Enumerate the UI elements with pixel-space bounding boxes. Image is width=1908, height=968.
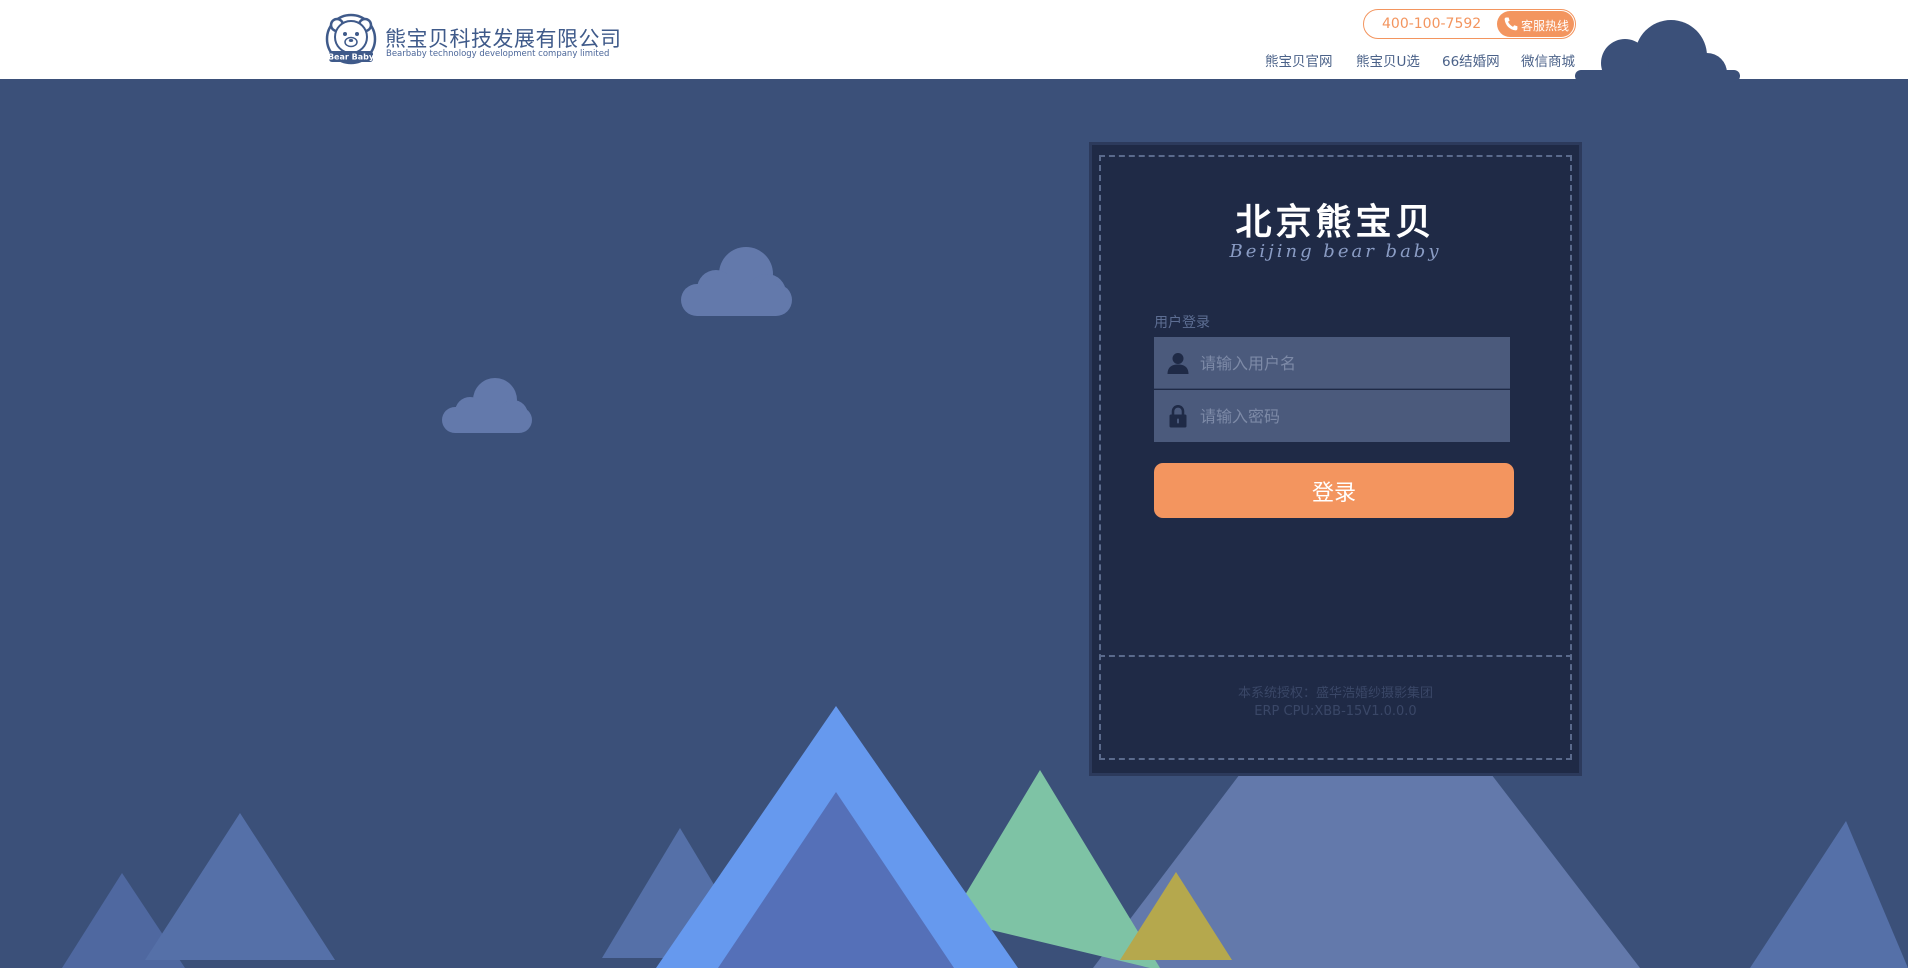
password-input[interactable] xyxy=(1200,390,1500,442)
login-card: 北京熊宝贝 Beijing bear baby 用户登录 登录 本系统授权：盛华… xyxy=(1092,145,1579,773)
company-logo[interactable]: Bear Baby 熊宝贝科技发展有限公司 Bearbaby technolog… xyxy=(325,13,625,65)
copyright-notice: 本系统授权：盛华浩婚纱摄影集团 ERP CPU:XBB-15V1.0.0.0 xyxy=(1092,685,1579,721)
brand-subtitle: Beijing bear baby xyxy=(1229,241,1442,262)
mountain-landscape xyxy=(62,706,1908,968)
logo-badge-text: Bear Baby xyxy=(328,53,375,62)
nav-link-u-select[interactable]: 熊宝贝U选 xyxy=(1356,50,1420,70)
user-icon xyxy=(1167,353,1189,374)
login-section-label: 用户登录 xyxy=(1154,315,1210,331)
password-field xyxy=(1154,390,1510,442)
sky-cloud-large xyxy=(681,247,792,316)
bear-logo-icon: Bear Baby xyxy=(325,13,377,65)
header-cloud xyxy=(1575,20,1740,82)
brand-title: 北京熊宝贝 xyxy=(1235,201,1436,243)
username-input[interactable] xyxy=(1200,337,1500,389)
phone-icon xyxy=(1504,17,1518,31)
nav-link-official-site[interactable]: 熊宝贝官网 xyxy=(1265,50,1333,70)
lock-icon xyxy=(1169,404,1187,428)
login-button[interactable]: 登录 xyxy=(1154,463,1514,518)
hotline-label: 客服热线 xyxy=(1521,19,1570,33)
sky-cloud-small xyxy=(442,378,532,433)
hotline-number: 400-100-7592 xyxy=(1382,16,1482,32)
copyright-line-1: 本系统授权：盛华浩婚纱摄影集团 xyxy=(1237,686,1433,701)
username-field xyxy=(1154,337,1510,389)
customer-hotline[interactable]: 400-100-7592 客服热线 xyxy=(1363,9,1576,39)
card-divider xyxy=(1099,655,1572,657)
nav-link-wechat-mall[interactable]: 微信商城 xyxy=(1521,50,1575,70)
nav-link-66-wedding[interactable]: 66结婚网 xyxy=(1442,50,1500,70)
copyright-line-2: ERP CPU:XBB-15V1.0.0.0 xyxy=(1254,704,1417,719)
company-name-en: Bearbaby technology development company … xyxy=(386,49,610,59)
hotline-button[interactable]: 客服热线 xyxy=(1497,11,1574,37)
